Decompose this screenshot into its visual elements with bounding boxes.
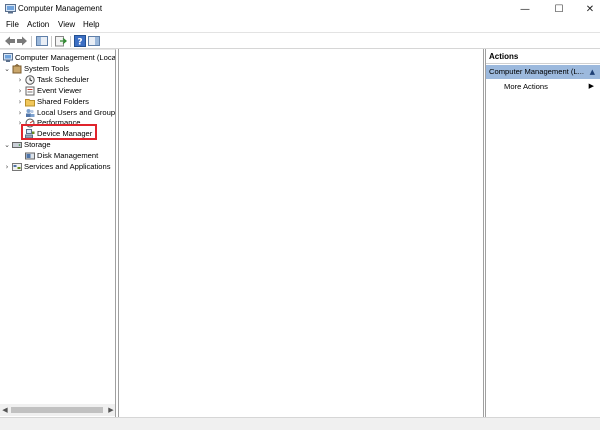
window-title: Computer Management: [18, 4, 103, 13]
tree-item-computer-management[interactable]: Computer Management (Local: [3, 52, 116, 63]
more-actions-item[interactable]: More Actions: [504, 82, 548, 91]
tree-item-label: Services and Applications: [24, 162, 111, 171]
back-arrow-icon[interactable]: [4, 35, 16, 47]
close-button[interactable]: ✕: [573, 0, 600, 19]
toolbar-separator: [31, 36, 32, 47]
tree-item-label: Event Viewer: [37, 86, 82, 95]
tree-item-disk-management[interactable]: Disk Management: [25, 150, 98, 161]
menu-bar: File Action View Help: [0, 19, 600, 32]
chevron-right-icon[interactable]: ›: [3, 162, 11, 172]
tree-item-shared-folders[interactable]: › Shared Folders: [16, 96, 89, 107]
services-icon: [12, 162, 22, 171]
console-tree: Computer Management (Local ⌄ System Tool…: [0, 49, 116, 417]
show-hide-console-tree-icon[interactable]: [36, 35, 48, 47]
toolbar: ?: [0, 32, 600, 49]
help-icon[interactable]: ?: [74, 35, 86, 47]
horizontal-scrollbar[interactable]: ◀ ▶: [0, 404, 115, 416]
tree-item-label: Local Users and Groups: [37, 108, 116, 117]
selection-highlight: [21, 124, 97, 140]
storage-icon: [12, 141, 22, 148]
chevron-right-icon[interactable]: ›: [16, 86, 24, 96]
title-bar: Computer Management — ☐ ✕: [0, 0, 600, 19]
actions-pane: Actions Computer Management (L... ▲ More…: [485, 49, 600, 417]
system-tools-icon: [12, 63, 22, 73]
menu-view[interactable]: View: [58, 20, 75, 29]
minimize-button[interactable]: —: [508, 0, 542, 19]
menu-help[interactable]: Help: [83, 20, 99, 29]
export-list-icon[interactable]: [55, 35, 67, 47]
show-hide-action-pane-icon[interactable]: [88, 35, 100, 47]
toolbar-separator: [51, 36, 52, 47]
submenu-arrow-icon: ▶: [588, 82, 594, 90]
tree-item-services-and-applications[interactable]: › Services and Applications: [3, 161, 111, 172]
actions-header: Actions: [486, 49, 600, 64]
tree-item-task-scheduler[interactable]: › Task Scheduler: [16, 74, 89, 85]
menu-file[interactable]: File: [6, 20, 19, 29]
disk-management-icon: [25, 152, 35, 159]
menu-action[interactable]: Action: [27, 20, 49, 29]
tree-item-system-tools[interactable]: ⌄ System Tools: [3, 63, 69, 74]
computer-management-icon: [5, 4, 16, 14]
actions-section-label: Computer Management (L...: [489, 67, 584, 76]
shared-folder-icon: [25, 98, 35, 106]
tree-item-label: Shared Folders: [37, 97, 89, 106]
tree-item-label: Storage: [24, 140, 51, 149]
status-bar: [0, 417, 600, 430]
forward-arrow-icon[interactable]: [16, 35, 28, 47]
clock-icon: [25, 74, 35, 85]
maximize-button[interactable]: ☐: [542, 0, 576, 19]
chevron-right-icon[interactable]: ›: [16, 108, 24, 118]
computer-management-icon: [3, 52, 13, 62]
results-pane: [118, 49, 484, 417]
chevron-right-icon[interactable]: ›: [16, 75, 24, 85]
tree-item-label: System Tools: [24, 64, 70, 73]
tree-item-storage[interactable]: ⌄ Storage: [3, 139, 51, 150]
event-viewer-icon: [25, 86, 35, 95]
actions-section-header[interactable]: Computer Management (L... ▲: [486, 65, 600, 79]
chevron-right-icon[interactable]: ›: [16, 97, 24, 107]
tree-item-event-viewer[interactable]: › Event Viewer: [16, 85, 82, 96]
toolbar-separator: [70, 36, 71, 47]
collapse-up-icon[interactable]: ▲: [590, 68, 595, 76]
chevron-down-icon[interactable]: ⌄: [3, 140, 11, 150]
scroll-right-icon[interactable]: ▶: [106, 404, 115, 416]
tree-item-label: Computer Management (Local: [15, 53, 116, 62]
chevron-down-icon[interactable]: ⌄: [3, 64, 11, 74]
tree-item-label: Task Scheduler: [37, 75, 89, 84]
users-icon: [26, 108, 35, 117]
svg-text:?: ?: [77, 38, 82, 48]
scroll-left-icon[interactable]: ◀: [0, 404, 10, 416]
tree-item-label: Disk Management: [37, 151, 99, 160]
scrollbar-thumb[interactable]: [11, 407, 103, 413]
